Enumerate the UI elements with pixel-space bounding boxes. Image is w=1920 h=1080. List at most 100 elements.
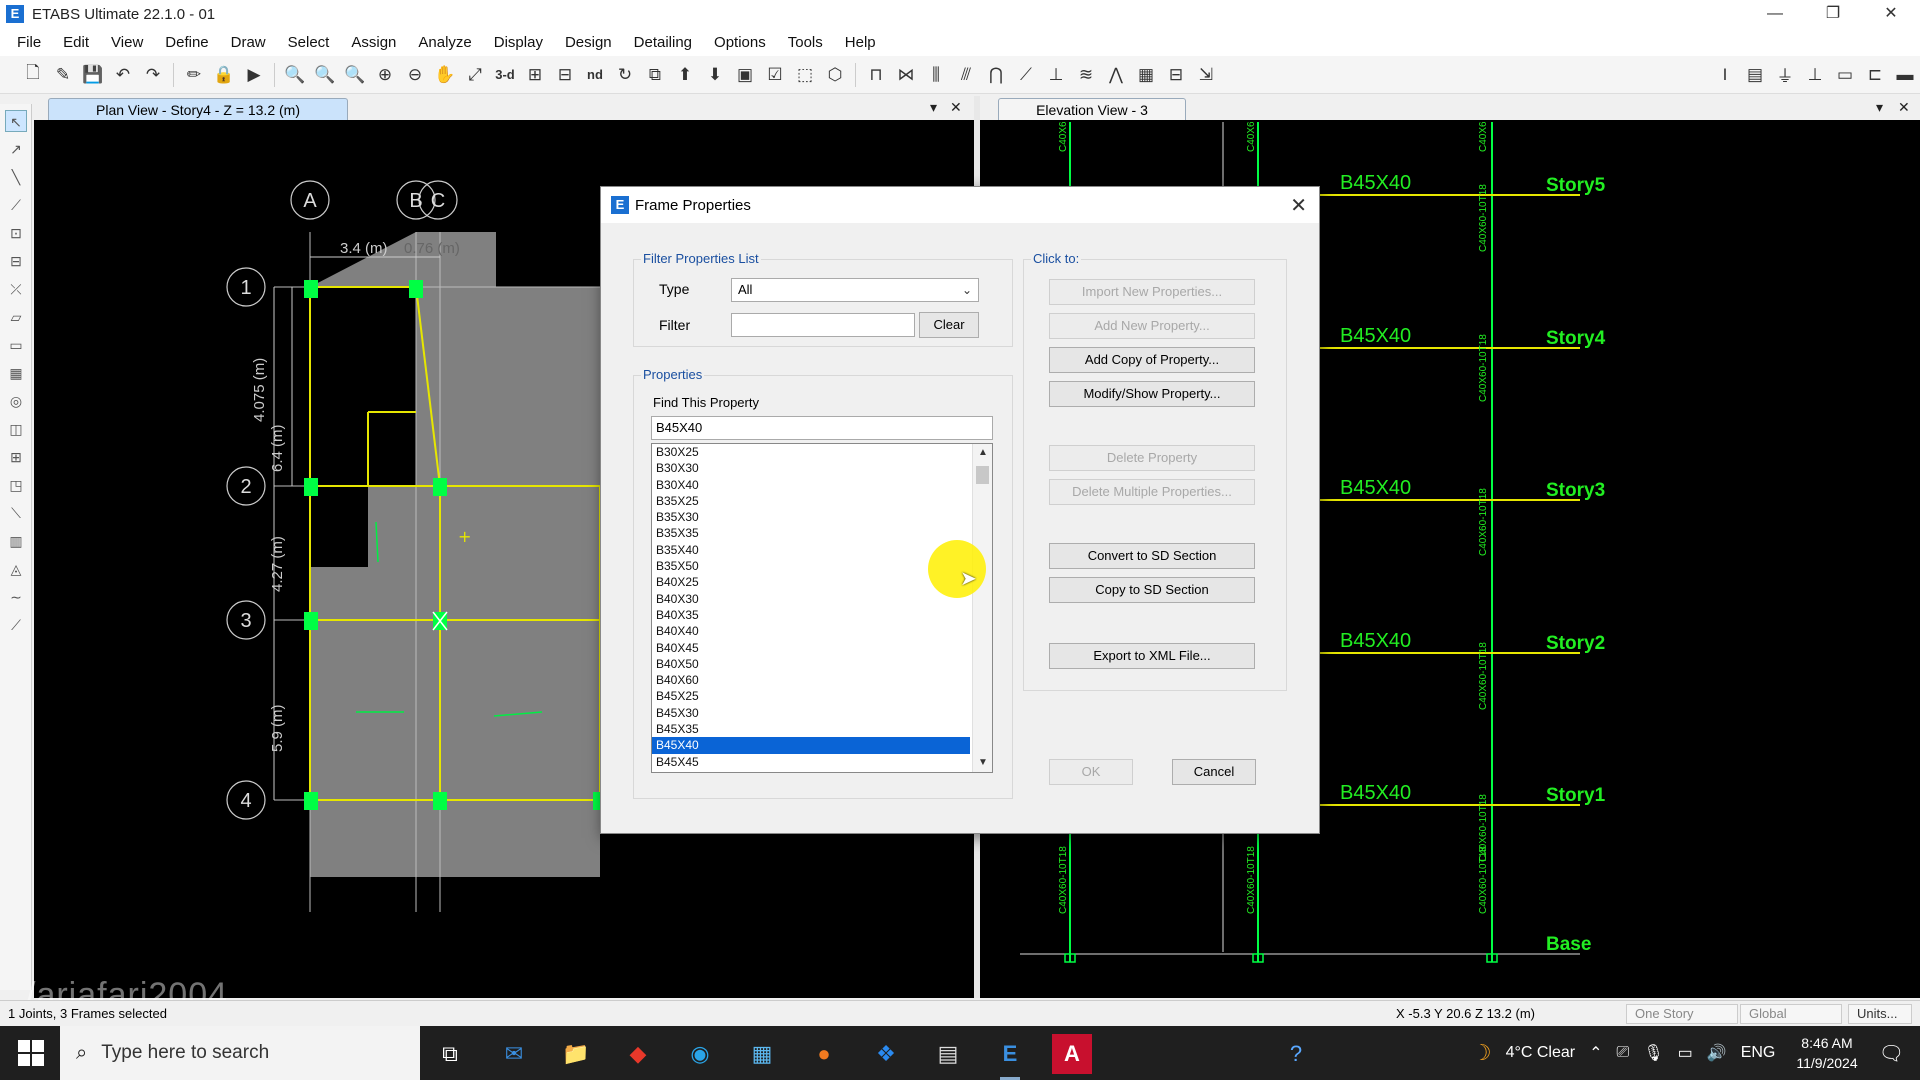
property-list[interactable]: B30X25 B30X30 B30X40 B35X25 B35X30 B35X3… — [651, 443, 993, 773]
list-item[interactable]: B45X45 — [652, 754, 970, 770]
moment-diagram-icon[interactable]: ⋂ — [983, 62, 1009, 88]
save-icon[interactable]: 💾 — [80, 62, 106, 88]
wall-icon[interactable]: ⊏ — [1862, 62, 1888, 88]
draw-link-icon[interactable]: ◫ — [5, 418, 27, 440]
edge-icon[interactable]: ◉ — [680, 1034, 720, 1074]
tab-elevation-view[interactable]: Elevation View - 3 — [998, 98, 1186, 120]
modify-show-property-button[interactable]: Modify/Show Property... — [1049, 381, 1255, 407]
chevron-down-icon[interactable]: ▾ — [1876, 99, 1883, 116]
list-item[interactable]: B35X40 — [652, 542, 970, 558]
mode-shape-icon[interactable]: ⋀ — [1103, 62, 1129, 88]
undo-icon[interactable]: ↶ — [110, 62, 136, 88]
draw-grid-icon[interactable]: ▥ — [5, 530, 27, 552]
chevron-down-icon[interactable]: ▾ — [930, 99, 937, 116]
list-item[interactable]: B35X25 — [652, 493, 970, 509]
draw-section-cut-icon[interactable]: ⊞ — [5, 446, 27, 468]
reshape-icon[interactable]: ↗ — [5, 138, 27, 160]
list-item[interactable]: B40X50 — [652, 656, 970, 672]
windows-start-icon[interactable] — [18, 1040, 44, 1066]
menu-select[interactable]: Select — [277, 34, 341, 51]
restore-button[interactable]: ❐ — [1804, 0, 1862, 28]
menu-define[interactable]: Define — [154, 34, 219, 51]
draw-brace-icon[interactable]: ⤫ — [5, 278, 27, 300]
nd-view-button[interactable]: nd — [582, 62, 608, 88]
load-icon[interactable]: ⫼ — [923, 62, 949, 88]
list-item[interactable]: B40X30 — [652, 591, 970, 607]
text-cursor-icon[interactable]: I — [1712, 62, 1738, 88]
menu-options[interactable]: Options — [703, 34, 777, 51]
tools-icon[interactable]: ⇲ — [1193, 62, 1219, 88]
task-view-icon[interactable]: ⧉ — [430, 1034, 470, 1074]
move-up-icon[interactable]: ⬆ — [672, 62, 698, 88]
filter-input[interactable] — [731, 313, 915, 337]
beam-icon[interactable]: ▭ — [1832, 62, 1858, 88]
draw-frame-icon[interactable]: ⟋ — [5, 194, 27, 216]
find-property-input[interactable]: B45X40 — [651, 416, 993, 440]
file-explorer-icon[interactable]: 📁 — [556, 1034, 596, 1074]
draw-line-icon[interactable]: ╲ — [5, 166, 27, 188]
chevron-up-icon[interactable]: ⌃ — [1589, 1043, 1602, 1063]
list-item[interactable]: B35X50 — [652, 558, 970, 574]
rotate-view-icon[interactable]: ↻ — [612, 62, 638, 88]
menu-help[interactable]: Help — [834, 34, 887, 51]
add-new-property-button[interactable]: Add New Property... — [1049, 313, 1255, 339]
units-button[interactable]: Units... — [1848, 1004, 1912, 1024]
menu-view[interactable]: View — [100, 34, 154, 51]
draw-opening-icon[interactable]: ◎ — [5, 390, 27, 412]
zoom-in-icon[interactable]: ⊕ — [372, 62, 398, 88]
list-item[interactable]: B40X60 — [652, 672, 970, 688]
close-icon[interactable]: ✕ — [950, 99, 962, 116]
weather-text[interactable]: 4°C Clear — [1506, 1044, 1576, 1062]
open-file-icon[interactable]: ✎ — [50, 62, 76, 88]
menu-assign[interactable]: Assign — [340, 34, 407, 51]
volume-icon[interactable]: 🔊 — [1707, 1043, 1727, 1063]
language-indicator[interactable]: ENG — [1741, 1044, 1776, 1062]
draw-developed-elev-icon[interactable]: ⟋ — [5, 614, 27, 636]
display-3d-icon[interactable]: ⬡ — [822, 62, 848, 88]
anydesk-icon[interactable]: ◆ — [618, 1034, 658, 1074]
delete-multiple-properties-button[interactable]: Delete Multiple Properties... — [1049, 479, 1255, 505]
dropbox-icon[interactable]: ❖ — [866, 1034, 906, 1074]
lock-icon[interactable]: 🔒 — [211, 62, 237, 88]
zoom-extent-icon[interactable]: 🔍 — [312, 62, 338, 88]
export-to-xml-button[interactable]: Export to XML File... — [1049, 643, 1255, 669]
list-item[interactable]: B30X25 — [652, 444, 970, 460]
close-button[interactable]: ✕ — [1862, 0, 1920, 28]
menu-tools[interactable]: Tools — [777, 34, 834, 51]
taskbar-search[interactable]: ⌕ Type here to search — [60, 1026, 420, 1080]
close-icon[interactable]: ✕ — [1898, 99, 1910, 116]
type-select[interactable]: All ⌄ — [731, 278, 979, 302]
list-item[interactable]: B30X40 — [652, 477, 970, 493]
meet-now-icon[interactable]: ⎚ — [1617, 1044, 1630, 1062]
list-item[interactable]: B45X30 — [652, 705, 970, 721]
menu-detailing[interactable]: Detailing — [623, 34, 703, 51]
cancel-button[interactable]: Cancel — [1172, 759, 1256, 785]
scroll-thumb[interactable] — [976, 466, 989, 484]
pointer-icon[interactable]: ↖ — [5, 110, 27, 132]
outlook-icon[interactable]: ✉ — [494, 1034, 534, 1074]
microphone-icon[interactable]: 🎙 — [1643, 1043, 1663, 1063]
list-scrollbar[interactable]: ▲ ▼ — [972, 444, 992, 772]
story-mode-dropdown[interactable]: One Story — [1626, 1004, 1738, 1024]
list-item[interactable]: B45X25 — [652, 688, 970, 704]
list-item[interactable]: B40X45 — [652, 640, 970, 656]
calculator-icon[interactable]: ▤ — [928, 1034, 968, 1074]
column-icon[interactable]: ⊥ — [1802, 62, 1828, 88]
redo-icon[interactable]: ↷ — [140, 62, 166, 88]
menu-design[interactable]: Design — [554, 34, 623, 51]
list-item[interactable]: B30X30 — [652, 460, 970, 476]
grid-toggle-icon[interactable]: ▤ — [1742, 62, 1768, 88]
import-new-properties-button[interactable]: Import New Properties... — [1049, 279, 1255, 305]
pencil-icon[interactable]: ✏ — [181, 62, 207, 88]
plan-view-icon[interactable]: ⊞ — [522, 62, 548, 88]
list-item[interactable]: B40X40 — [652, 623, 970, 639]
close-icon[interactable]: ✕ — [1290, 193, 1307, 218]
list-item-selected[interactable]: B45X40 — [652, 737, 970, 754]
set-display-options-icon[interactable]: ☑ — [762, 62, 788, 88]
new-file-icon[interactable]: 🗋 — [20, 62, 46, 88]
zoom-out-icon[interactable]: ⊖ — [402, 62, 428, 88]
menu-display[interactable]: Display — [483, 34, 554, 51]
draw-curve-icon[interactable]: ∼ — [5, 586, 27, 608]
draw-beam-icon[interactable]: ⊟ — [5, 250, 27, 272]
pan-icon[interactable]: ✋ — [432, 62, 458, 88]
